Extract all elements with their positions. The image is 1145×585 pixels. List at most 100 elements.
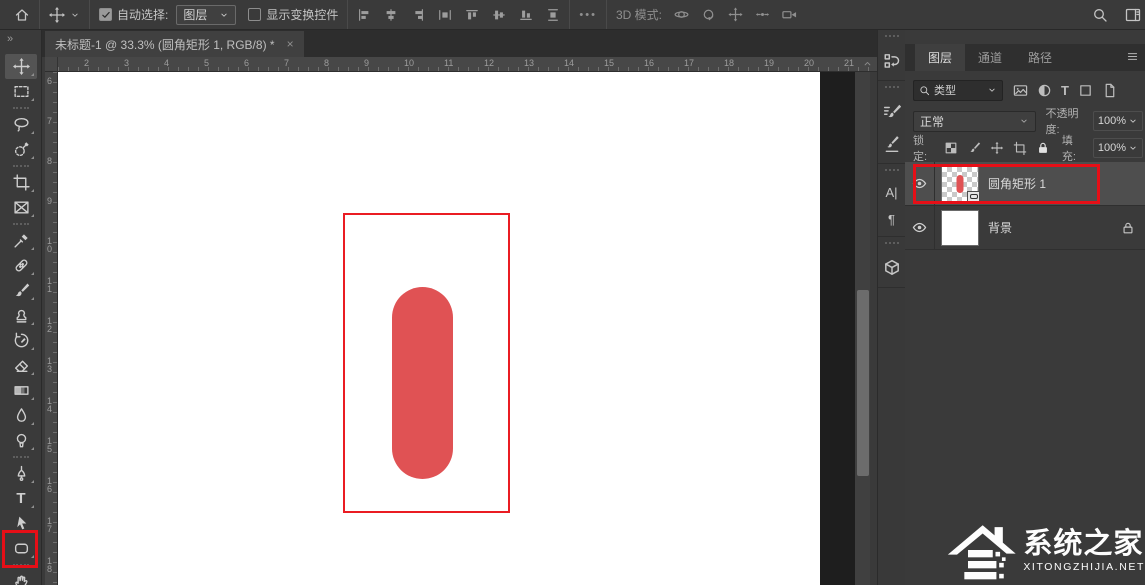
watermark: 系统之家 XITONGZHIJIA.NET bbox=[946, 519, 1145, 583]
rounded-rectangle-tool[interactable] bbox=[5, 536, 37, 561]
filter-shape-layers-icon[interactable] bbox=[1078, 83, 1093, 98]
layer-visibility-toggle[interactable] bbox=[905, 206, 935, 249]
layer-visibility-toggle[interactable] bbox=[905, 162, 935, 205]
align-horizontal-centers-icon[interactable] bbox=[384, 8, 398, 22]
close-tab-icon[interactable]: × bbox=[287, 37, 294, 51]
eyedropper-tool[interactable] bbox=[5, 228, 37, 253]
align-bottom-edges-icon[interactable] bbox=[519, 8, 533, 22]
distribute-horizontal-icon[interactable] bbox=[438, 8, 452, 22]
paragraph-panel-icon[interactable]: ¶ bbox=[888, 213, 895, 226]
brushes-panel-icon[interactable] bbox=[883, 135, 901, 153]
layer-thumbnail[interactable] bbox=[942, 167, 978, 201]
pen-tool[interactable] bbox=[5, 461, 37, 486]
camera-3d-icon[interactable] bbox=[782, 7, 797, 22]
filter-type-layers-icon[interactable]: T bbox=[1061, 84, 1069, 97]
slide-3d-icon[interactable] bbox=[755, 7, 770, 22]
align-top-edges-icon[interactable] bbox=[465, 8, 479, 22]
layer-thumbnail[interactable] bbox=[942, 211, 978, 245]
distribute-vertical-icon[interactable] bbox=[546, 8, 560, 22]
move-tool[interactable] bbox=[5, 54, 37, 79]
layer-name[interactable]: 背景 bbox=[988, 219, 1012, 236]
dodge-tool[interactable] bbox=[5, 428, 37, 453]
document-tab[interactable]: 未标题-1 @ 33.3% (圆角矩形 1, RGB/8) * × bbox=[45, 31, 304, 57]
tab-layers[interactable]: 图层 bbox=[915, 44, 965, 71]
brush-tool[interactable] bbox=[5, 278, 37, 303]
tool-group-gripper bbox=[13, 165, 29, 167]
h-ruler-label: 18 bbox=[724, 58, 734, 68]
align-left-edges-icon[interactable] bbox=[357, 8, 371, 22]
spot-healing-brush-tool[interactable] bbox=[5, 253, 37, 278]
toolbar-collapse-button[interactable]: » bbox=[7, 33, 12, 45]
filter-smart-objects-icon[interactable] bbox=[1102, 83, 1117, 98]
3d-panel-icon[interactable] bbox=[883, 259, 901, 277]
vertical-scrollbar-thumb[interactable] bbox=[857, 290, 869, 476]
history-panel-icon[interactable] bbox=[883, 52, 901, 70]
workspace-switcher-icon[interactable] bbox=[1125, 7, 1141, 23]
brush-settings-panel-icon[interactable] bbox=[883, 103, 901, 121]
drag-3d-icon[interactable] bbox=[728, 7, 743, 22]
canvas[interactable] bbox=[58, 72, 820, 585]
layer-filter-dropdown[interactable]: 类型 bbox=[913, 80, 1003, 101]
lock-position-icon[interactable] bbox=[990, 141, 1004, 155]
crop-tool[interactable] bbox=[5, 170, 37, 195]
layer-row[interactable]: 背景 bbox=[905, 206, 1145, 250]
v-ruler-label: 1 3 bbox=[47, 358, 52, 373]
v-ruler-label: 1 2 bbox=[47, 318, 52, 333]
eraser-tool[interactable] bbox=[5, 353, 37, 378]
type-tool[interactable]: T bbox=[5, 486, 37, 511]
clone-stamp-tool[interactable] bbox=[5, 303, 37, 328]
auto-select-target-dropdown[interactable]: 图层 bbox=[176, 5, 236, 25]
pasteboard bbox=[820, 72, 855, 585]
lasso-tool[interactable] bbox=[5, 112, 37, 137]
move-tool-icon bbox=[49, 7, 65, 23]
auto-select-checkbox[interactable] bbox=[99, 8, 112, 21]
tab-channels[interactable]: 通道 bbox=[965, 44, 1015, 71]
align-vertical-centers-icon[interactable] bbox=[492, 8, 506, 22]
fill-label: 填充: bbox=[1062, 132, 1085, 164]
roll-3d-icon[interactable] bbox=[701, 7, 716, 22]
rounded-rectangle-shape[interactable] bbox=[392, 287, 453, 479]
document-tab-bar: 未标题-1 @ 33.3% (圆角矩形 1, RGB/8) * × bbox=[42, 30, 877, 57]
hand-tool[interactable] bbox=[5, 569, 37, 585]
lock-artboard-icon[interactable] bbox=[1013, 141, 1027, 155]
blend-mode-dropdown[interactable]: 正常 bbox=[913, 111, 1036, 132]
fill-dropdown[interactable]: 100% bbox=[1093, 138, 1143, 158]
lock-pixels-icon[interactable] bbox=[967, 141, 981, 155]
h-ruler-label: 11 bbox=[444, 58, 453, 68]
align-right-edges-icon[interactable] bbox=[411, 8, 425, 22]
watermark-title: 系统之家 bbox=[1023, 529, 1145, 559]
character-panel-icon[interactable]: A| bbox=[885, 186, 897, 199]
layer-name[interactable]: 圆角矩形 1 bbox=[988, 175, 1046, 192]
tab-paths[interactable]: 路径 bbox=[1015, 44, 1065, 71]
h-ruler-label: 8 bbox=[324, 58, 329, 68]
gradient-tool[interactable] bbox=[5, 378, 37, 403]
more-options-button[interactable]: ••• bbox=[579, 9, 597, 21]
home-icon[interactable] bbox=[14, 7, 30, 23]
lock-all-icon[interactable] bbox=[1036, 141, 1050, 155]
frame-tool[interactable] bbox=[5, 195, 37, 220]
h-ruler-label: 21 bbox=[844, 58, 854, 68]
panel-menu-icon[interactable] bbox=[1126, 50, 1139, 63]
history-brush-tool[interactable] bbox=[5, 328, 37, 353]
filter-adjustment-layers-icon[interactable] bbox=[1037, 83, 1052, 98]
rectangular-marquee-tool[interactable] bbox=[5, 79, 37, 104]
search-icon[interactable] bbox=[1092, 7, 1108, 23]
eye-icon bbox=[912, 220, 927, 235]
quick-selection-tool[interactable] bbox=[5, 137, 37, 162]
h-ruler-label: 4 bbox=[164, 58, 169, 68]
opacity-dropdown[interactable]: 100% bbox=[1093, 111, 1143, 131]
orbit-3d-icon[interactable] bbox=[674, 7, 689, 22]
vertical-scrollbar[interactable] bbox=[855, 72, 870, 585]
current-tool-indicator[interactable] bbox=[49, 7, 80, 23]
filter-pixel-layers-icon[interactable] bbox=[1013, 83, 1028, 98]
show-transform-checkbox[interactable] bbox=[248, 8, 261, 21]
h-ruler-label: 17 bbox=[684, 58, 694, 68]
blur-tool[interactable] bbox=[5, 403, 37, 428]
lock-transparency-icon[interactable] bbox=[944, 141, 958, 155]
scroll-up-icon[interactable] bbox=[862, 58, 873, 69]
h-ruler-label: 16 bbox=[644, 58, 654, 68]
path-selection-tool[interactable] bbox=[5, 511, 37, 536]
h-ruler-label: 10 bbox=[404, 58, 414, 68]
layer-row[interactable]: 圆角矩形 1 bbox=[905, 162, 1145, 206]
chevron-down-icon bbox=[1128, 116, 1138, 126]
